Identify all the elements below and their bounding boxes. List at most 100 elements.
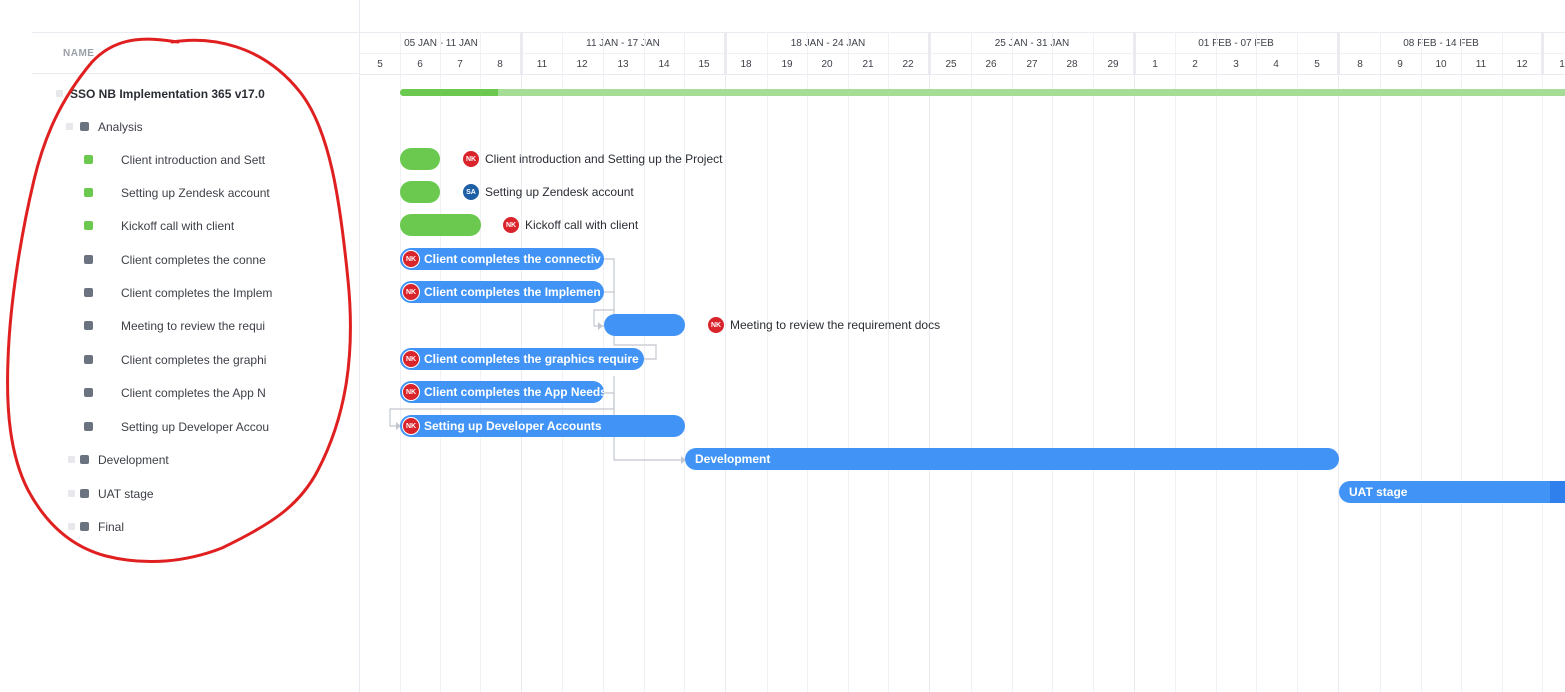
row-group-development[interactable]: Development — [68, 443, 356, 476]
project-progress-fill — [400, 89, 498, 96]
timeline[interactable]: 05 JAN - 11 JAN 11 JAN - 17 JAN 18 JAN -… — [360, 0, 1565, 692]
task-bar-label[interactable]: NK Meeting to review the requirement doc… — [707, 314, 940, 336]
day-label: 22 — [902, 59, 914, 70]
task-bar-text: Client introduction and Setting up the P… — [485, 152, 723, 166]
task-bar[interactable]: NK Client completes the connectiv — [400, 248, 604, 270]
status-square-icon[interactable] — [84, 355, 93, 364]
task-bar-text: Kickoff call with client — [525, 218, 639, 232]
name-column-header[interactable]: NAME — [32, 32, 360, 74]
day-gridline — [1461, 32, 1462, 692]
bar-resize-handle[interactable] — [1550, 481, 1565, 503]
row-name: Kickoff call with client — [121, 218, 235, 233]
status-square-icon[interactable] — [84, 288, 93, 297]
row-task[interactable]: Client completes the Implem — [84, 276, 280, 309]
row-task[interactable]: Setting up Zendesk account — [84, 176, 280, 209]
week-separator — [928, 32, 931, 74]
week-gridline — [1134, 32, 1135, 692]
row-project[interactable]: SSO NB Implementation 365 v17.0 — [56, 77, 356, 110]
status-square-icon[interactable] — [84, 188, 93, 197]
status-square-icon[interactable] — [84, 422, 93, 431]
task-bar[interactable]: NK Client completes the graphics require — [400, 348, 644, 370]
row-task[interactable]: Kickoff call with client — [84, 209, 280, 242]
week-separator — [520, 32, 523, 74]
task-bar[interactable] — [604, 314, 685, 336]
day-label: 12 — [576, 59, 588, 70]
avatar[interactable]: SA — [462, 183, 480, 201]
collapse-toggle-icon[interactable] — [68, 523, 75, 530]
timeline-header-divider — [360, 53, 1565, 54]
week-gridline — [1338, 32, 1339, 692]
day-gridline — [1216, 32, 1217, 692]
status-square-icon[interactable] — [84, 321, 93, 330]
week-gridline — [929, 32, 930, 692]
task-bar[interactable] — [400, 148, 440, 170]
day-gridline — [1175, 32, 1176, 692]
day-label: 29 — [1107, 59, 1119, 70]
collapse-toggle-icon[interactable] — [68, 490, 75, 497]
week-gridline — [725, 32, 726, 692]
day-label: 9 — [1397, 59, 1403, 70]
row-task[interactable]: Client completes the App N — [84, 376, 280, 409]
group-bar[interactable]: Development — [685, 448, 1339, 470]
task-bar-label[interactable]: SA Setting up Zendesk account — [462, 181, 634, 203]
day-label: 7 — [457, 59, 463, 70]
task-bar[interactable]: NK Client completes the Implemen — [400, 281, 604, 303]
collapse-toggle-icon[interactable] — [68, 456, 75, 463]
row-task[interactable]: Client introduction and Sett — [84, 143, 280, 176]
task-bar-text: Client completes the App Needs — [424, 385, 604, 399]
day-gridline — [1542, 32, 1543, 692]
day-label: 18 — [740, 59, 752, 70]
row-name: Client introduction and Sett — [121, 152, 266, 167]
avatar[interactable]: NK — [402, 250, 420, 268]
row-name: Client completes the conne — [121, 252, 266, 267]
task-bar-label[interactable]: NK Client introduction and Setting up th… — [462, 148, 722, 170]
status-square-icon[interactable] — [84, 388, 93, 397]
task-bar[interactable] — [400, 181, 440, 203]
row-name: SSO NB Implementation 365 v17.0 — [70, 86, 265, 101]
avatar[interactable]: NK — [402, 417, 420, 435]
task-bar-text: Client completes the graphics require — [424, 352, 639, 366]
row-task[interactable]: Client completes the graphi — [84, 343, 280, 376]
avatar[interactable]: NK — [502, 216, 520, 234]
collapse-toggle-icon[interactable] — [66, 123, 73, 130]
week-separator — [724, 32, 727, 74]
day-gridline — [1256, 32, 1257, 692]
status-square-icon[interactable] — [84, 221, 93, 230]
row-task[interactable]: Setting up Developer Accou — [84, 410, 280, 443]
day-label: 12 — [1516, 59, 1528, 70]
week-label: 05 JAN - 11 JAN — [404, 38, 478, 49]
group-bar[interactable]: UAT stage — [1339, 481, 1565, 503]
avatar[interactable]: NK — [402, 283, 420, 301]
week-separator — [1337, 32, 1340, 74]
row-group-analysis[interactable]: Analysis — [66, 110, 356, 143]
row-task[interactable]: Meeting to review the requi — [84, 309, 280, 342]
status-square-icon — [80, 489, 89, 498]
row-task[interactable]: Client completes the conne — [84, 243, 280, 276]
day-label: 6 — [417, 59, 423, 70]
collapse-toggle-icon[interactable] — [56, 90, 63, 97]
project-progress-track[interactable] — [400, 89, 1565, 96]
task-bar-label[interactable]: NK Kickoff call with client — [502, 214, 638, 236]
task-bar[interactable]: NK Setting up Developer Accounts — [400, 415, 685, 437]
day-label: 21 — [862, 59, 874, 70]
day-gridline — [767, 32, 768, 692]
row-group-final[interactable]: Final — [68, 510, 356, 543]
timeline-header-border — [360, 32, 1565, 33]
row-group-uat[interactable]: UAT stage — [68, 477, 356, 510]
status-square-icon[interactable] — [84, 255, 93, 264]
row-name: Development — [98, 452, 169, 467]
week-label: 08 FEB - 14 FEB — [1403, 38, 1479, 49]
status-square-icon[interactable] — [84, 155, 93, 164]
row-name: Setting up Zendesk account — [121, 185, 270, 200]
dependency-line — [604, 258, 657, 360]
day-label: 10 — [1435, 59, 1447, 70]
avatar[interactable]: NK — [707, 316, 725, 334]
task-bar[interactable] — [400, 214, 481, 236]
avatar[interactable]: NK — [462, 150, 480, 168]
day-label: 1 — [1152, 59, 1158, 70]
day-gridline — [888, 32, 889, 692]
avatar[interactable]: NK — [402, 383, 420, 401]
task-bar[interactable]: NK Client completes the App Needs — [400, 381, 604, 403]
row-name: Setting up Developer Accou — [121, 419, 270, 434]
avatar[interactable]: NK — [402, 350, 420, 368]
